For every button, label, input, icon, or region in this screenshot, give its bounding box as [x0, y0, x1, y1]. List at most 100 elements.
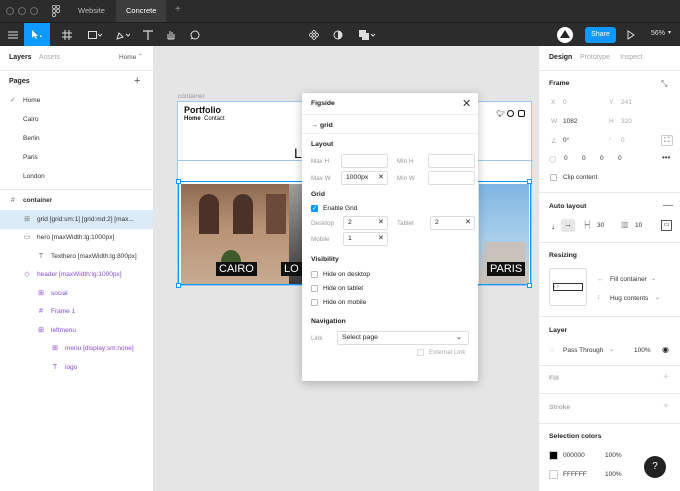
clear-mobile-icon[interactable]: ✕	[378, 234, 384, 242]
enable-grid-checkbox[interactable]: ✓	[311, 205, 318, 212]
hand-tool-icon[interactable]	[158, 23, 184, 47]
close-window-icon[interactable]	[6, 7, 14, 15]
comment-tool-icon[interactable]	[182, 23, 208, 47]
chevron-down-icon[interactable]: ⌄	[655, 294, 660, 301]
horizontal-direction-icon[interactable]: →	[561, 219, 575, 232]
radius-value[interactable]: 0	[621, 137, 625, 144]
contrast-icon[interactable]	[325, 23, 351, 47]
share-button[interactable]: Share	[585, 27, 616, 43]
padding-value[interactable]: 10	[635, 222, 642, 229]
minimize-window-icon[interactable]	[18, 7, 26, 15]
vertical-resizing-select[interactable]: Hug contents	[610, 295, 648, 302]
layer-row[interactable]: ⊞ grid [grid:sm:1] [grid:md:2] [max...	[0, 209, 153, 229]
page-item[interactable]: Berlin	[0, 129, 153, 148]
page-item[interactable]: ✓ Home	[0, 91, 153, 110]
clear-tablet-icon[interactable]: ✕	[465, 218, 471, 226]
figma-logo-icon[interactable]	[51, 4, 61, 20]
help-button[interactable]: ?	[644, 456, 666, 478]
add-fill-icon[interactable]: +	[663, 372, 669, 383]
tab-prototype[interactable]: Prototype	[580, 54, 610, 61]
frame-tool-icon[interactable]	[55, 23, 81, 47]
maximize-window-icon[interactable]	[30, 7, 38, 15]
layer-row[interactable]: ⊞ leftmenu	[0, 321, 153, 340]
layer-row[interactable]: ◇ header [maxWidth:lg:1000px]	[0, 265, 153, 284]
collapse-icon[interactable]: ⤡	[661, 79, 667, 89]
chevron-down-icon[interactable]: ⌄	[651, 275, 656, 282]
selection-handle[interactable]	[527, 283, 532, 288]
tab-assets[interactable]: Assets	[39, 54, 60, 61]
main-menu-icon[interactable]	[0, 23, 26, 47]
new-tab-button[interactable]: +	[175, 4, 181, 15]
move-tool-icon[interactable]	[24, 23, 50, 47]
corner-tl-value[interactable]: 0	[564, 155, 568, 162]
page-selector[interactable]: Home	[119, 54, 136, 61]
min-w-input[interactable]	[428, 171, 475, 185]
tab-layers[interactable]: Layers	[9, 54, 32, 61]
layer-row[interactable]: T Texthero [maxWidth:lg:800px]	[0, 247, 153, 266]
spacing-value[interactable]: 30	[597, 222, 604, 229]
close-icon[interactable]: ✕	[462, 97, 471, 110]
layer-row[interactable]: # Frame 1	[0, 302, 153, 321]
vertical-direction-icon[interactable]: ↓	[551, 222, 555, 231]
boolean-ops-icon[interactable]	[352, 23, 382, 47]
eye-icon[interactable]: ◉	[662, 345, 669, 354]
tab-website[interactable]: Website	[68, 0, 115, 22]
color-swatch-white[interactable]	[549, 470, 558, 479]
add-page-icon[interactable]: +	[134, 75, 140, 87]
corner-bl-value[interactable]: 0	[618, 155, 622, 162]
blend-mode-select[interactable]: Pass Through	[563, 347, 603, 354]
resizing-widget[interactable]: ‹ ›	[549, 268, 587, 306]
color-opacity-white[interactable]: 100%	[605, 471, 622, 478]
selection-handle[interactable]	[176, 283, 181, 288]
tab-concrete[interactable]: Concrete	[116, 0, 167, 22]
zoom-level[interactable]: 56%	[651, 30, 665, 37]
add-stroke-icon[interactable]: +	[663, 401, 669, 412]
alignment-icon[interactable]: ▭	[661, 220, 672, 231]
color-swatch-black[interactable]	[549, 451, 558, 460]
zoom-chevron-icon[interactable]: ▾	[668, 29, 671, 36]
layer-row[interactable]: ⊞ menu [display:sm:none]	[0, 339, 153, 358]
color-hex-black[interactable]: 000000	[563, 452, 585, 459]
min-h-input[interactable]	[428, 154, 475, 168]
hide-desktop-checkbox[interactable]	[311, 271, 318, 278]
opacity-value[interactable]: 100%	[634, 347, 651, 354]
select-chevron-icon[interactable]: ⌄	[456, 333, 462, 341]
pen-tool-icon[interactable]	[110, 23, 136, 47]
clear-desktop-icon[interactable]: ✕	[378, 218, 384, 226]
page-item[interactable]: Paris	[0, 148, 153, 167]
twitter-icon[interactable]: 🐦︎	[496, 110, 505, 118]
color-hex-white[interactable]: FFFFFF	[563, 471, 587, 478]
x-value[interactable]: 0	[563, 99, 567, 106]
independent-corners-icon[interactable]: ⛶	[661, 135, 673, 146]
frame-chevron-icon[interactable]: ⌄	[565, 80, 570, 87]
more-options-icon[interactable]: •••	[662, 153, 670, 162]
layer-row[interactable]: ⊞ social	[0, 284, 153, 303]
clear-max-w-icon[interactable]: ✕	[378, 173, 384, 181]
nav-contact[interactable]: Contact	[204, 116, 225, 122]
layer-row[interactable]: # container	[0, 191, 153, 210]
corner-br-value[interactable]: 0	[600, 155, 604, 162]
y-value[interactable]: 241	[621, 99, 632, 106]
page-selector-chevron-icon[interactable]: ⌃	[138, 53, 143, 60]
hide-mobile-checkbox[interactable]	[311, 299, 318, 306]
clip-content-checkbox[interactable]	[550, 174, 557, 181]
nav-home[interactable]: Home	[184, 116, 201, 122]
present-play-icon[interactable]	[627, 30, 635, 42]
w-value[interactable]: 1082	[563, 118, 577, 125]
horizontal-resizing-select[interactable]: Fill container	[610, 276, 647, 283]
avatar[interactable]	[557, 27, 573, 43]
rotation-value[interactable]: 0°	[563, 137, 569, 144]
selection-handle[interactable]	[176, 179, 181, 184]
layer-row[interactable]: ▭ hero [maxWidth:lg:1000px]	[0, 228, 153, 247]
tab-inspect[interactable]: Inspect	[620, 54, 643, 61]
instagram-icon[interactable]	[518, 110, 525, 117]
shape-tool-icon[interactable]	[82, 23, 108, 47]
link-page-select[interactable]: Select page	[337, 331, 469, 345]
external-link-checkbox[interactable]	[417, 349, 424, 356]
selection-handle[interactable]	[527, 179, 532, 184]
layer-row[interactable]: Tlogo	[0, 358, 153, 377]
h-value[interactable]: 320	[621, 118, 632, 125]
hide-tablet-checkbox[interactable]	[311, 285, 318, 292]
components-icon[interactable]	[301, 23, 327, 47]
tab-design[interactable]: Design	[549, 54, 572, 61]
